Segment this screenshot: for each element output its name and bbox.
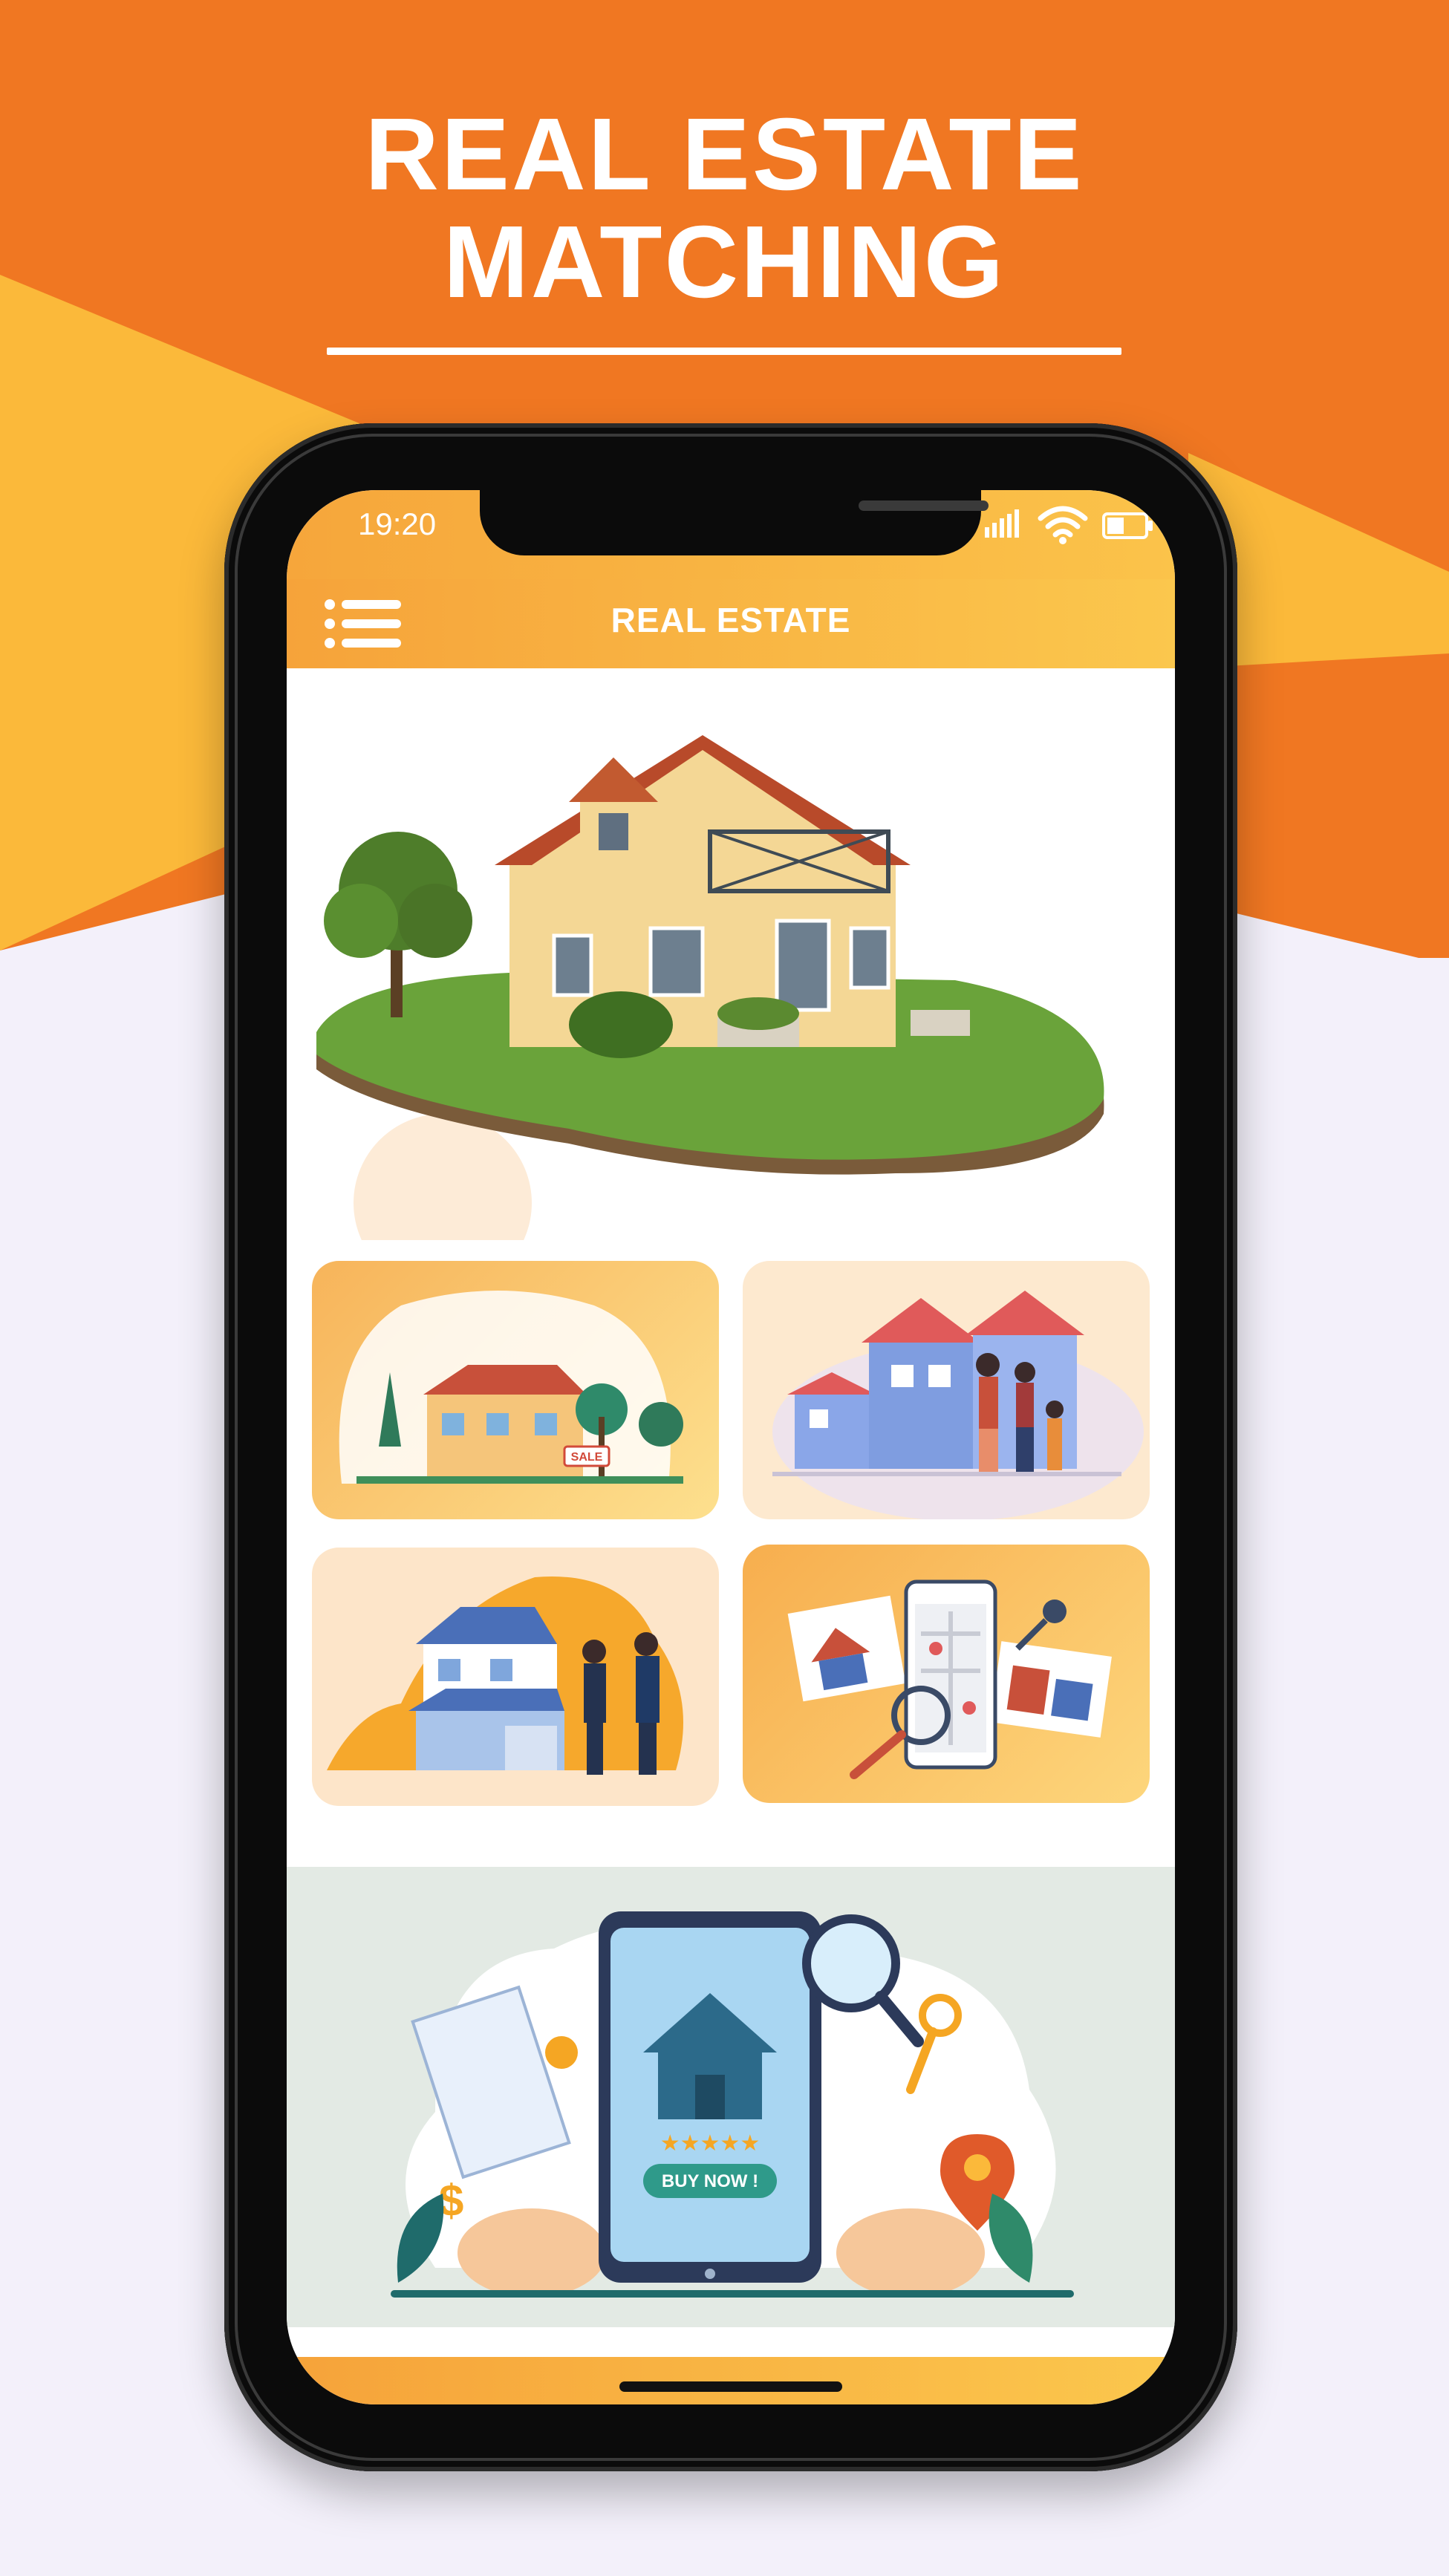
banner-headline-line1: REAL ESTATE (365, 97, 1084, 212)
family-home-illustration (772, 1291, 1144, 1519)
phone-screen: 19:20 REAL ESTATE SALE $ ★★★★★ BUY NOW ! (287, 490, 1175, 2404)
app-title: REAL ESTATE (610, 601, 851, 639)
card-family-home[interactable] (743, 1261, 1150, 1519)
sale-sign-text: SALE (571, 1451, 603, 1464)
home-indicator[interactable] (619, 2381, 842, 2392)
buy-now-label: BUY NOW ! (662, 2171, 758, 2191)
property-search-illustration (787, 1579, 1112, 1779)
wifi-icon (1038, 506, 1088, 544)
card-house-for-sale[interactable]: SALE (312, 1261, 719, 1519)
house-for-sale-illustration: SALE (339, 1291, 683, 1484)
bottom-bar (287, 2357, 1175, 2404)
hero-house-image[interactable] (287, 668, 1175, 1240)
card-property-search-map[interactable] (743, 1545, 1150, 1803)
agent-handshake-illustration (327, 1576, 683, 1775)
svg-text:★★★★★: ★★★★★ (660, 2130, 760, 2156)
battery-icon (1102, 512, 1153, 539)
headline-underline (327, 348, 1121, 355)
banner-headline-line2: MATCHING (443, 205, 1006, 319)
speaker-grille (859, 500, 989, 511)
signal-icon (985, 509, 1019, 538)
phone-notch (480, 490, 989, 555)
promo-banner: $ ★★★★★ BUY NOW ! (287, 1867, 1175, 2327)
status-time: 19:20 (358, 506, 437, 541)
card-agent-handshake[interactable] (312, 1548, 719, 1806)
rating-stars: ★★★★★ (660, 2130, 760, 2156)
